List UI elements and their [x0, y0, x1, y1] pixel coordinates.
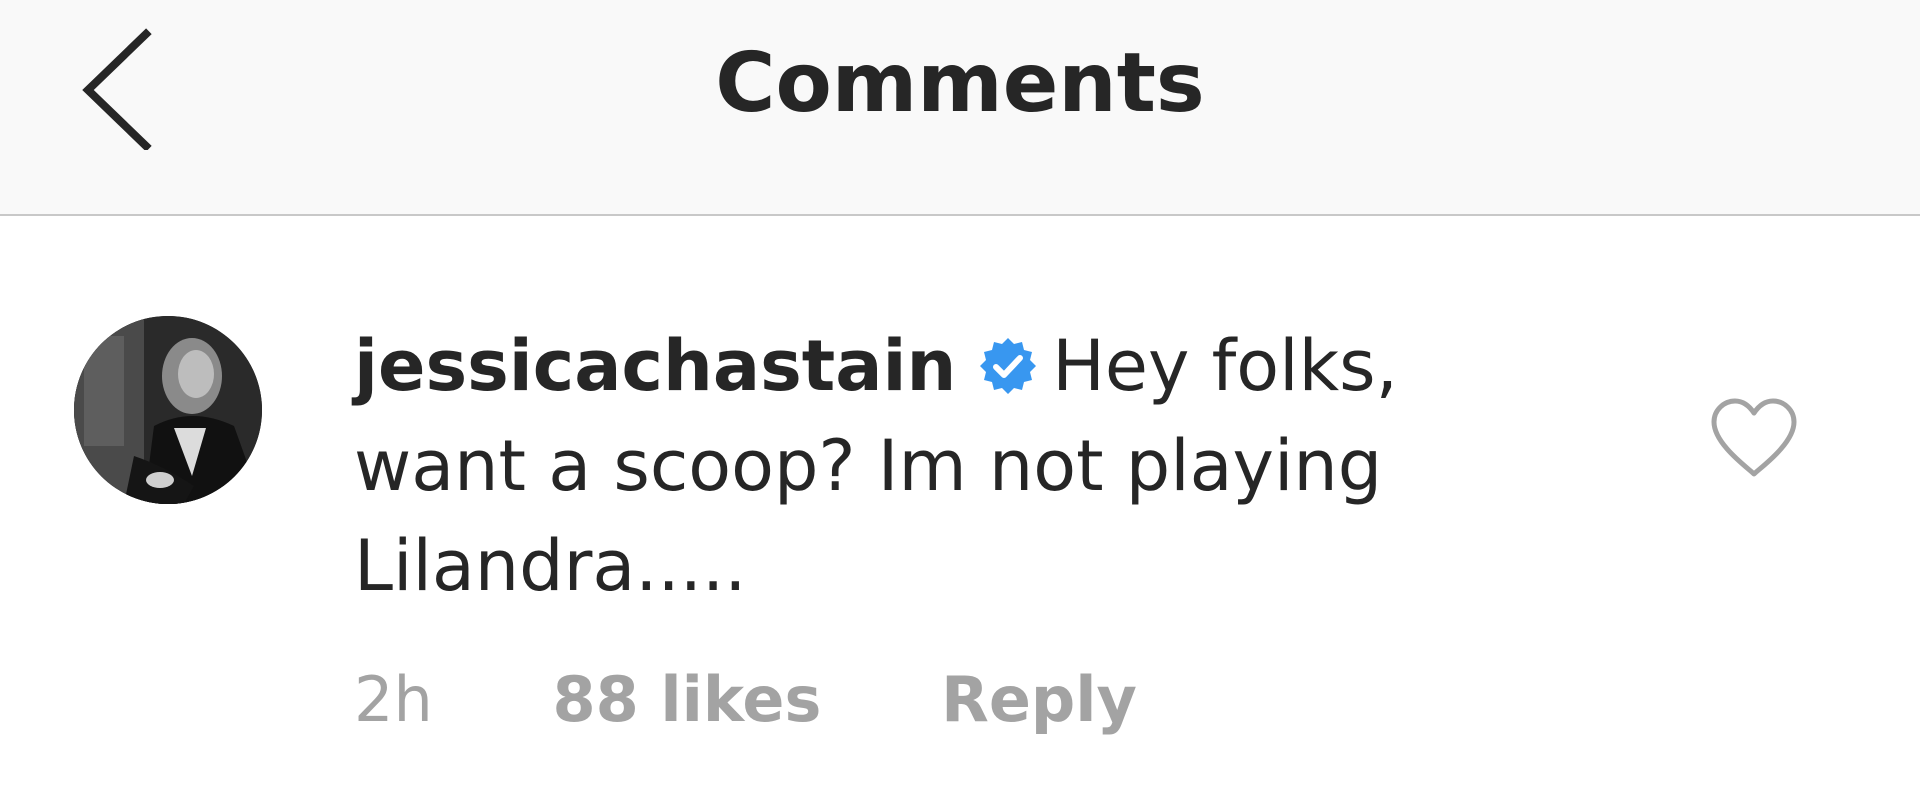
- page-title: Comments: [715, 36, 1205, 131]
- comment-username[interactable]: jessicachastain: [354, 325, 956, 407]
- avatar[interactable]: [74, 316, 262, 504]
- comment-text-block: jessicachastain Hey folks, want a scoop?…: [354, 316, 1514, 616]
- top-bar: Comments: [0, 0, 1920, 216]
- comment-meta: 2h 88 likes Reply: [354, 658, 1137, 742]
- reply-button[interactable]: Reply: [941, 658, 1137, 742]
- heart-outline-icon: [1711, 398, 1797, 477]
- comment-likes-link[interactable]: 88 likes: [552, 658, 821, 742]
- profile-photo: [74, 316, 262, 504]
- comment-time: 2h: [354, 663, 433, 736]
- comment-item: jessicachastain Hey folks, want a scoop?…: [0, 216, 1920, 792]
- verified-badge-icon: [978, 336, 1038, 396]
- like-button[interactable]: [1708, 396, 1800, 480]
